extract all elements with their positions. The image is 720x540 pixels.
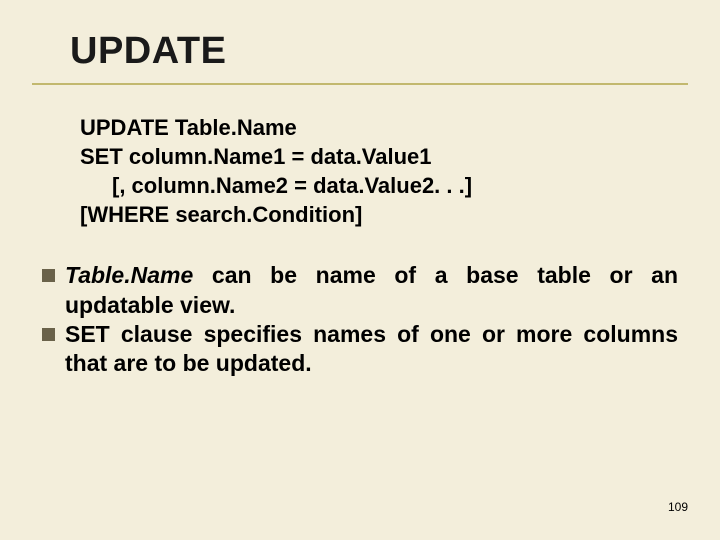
bullet-item: SET clause specifies names of one or mor… — [42, 320, 678, 379]
bullet-item: Table.Name can be name of a base table o… — [42, 261, 678, 320]
bullet-text-1: Table.Name can be name of a base table o… — [65, 261, 678, 320]
title-underline — [32, 83, 688, 85]
sql-syntax-block: UPDATE Table.Name SET column.Name1 = dat… — [80, 113, 668, 229]
square-bullet-icon — [42, 328, 55, 341]
slide: UPDATE UPDATE Table.Name SET column.Name… — [0, 0, 720, 540]
code-line-2: SET column.Name1 = data.Value1 — [80, 142, 668, 171]
bullet-text-2: SET clause specifies names of one or mor… — [65, 320, 678, 379]
code-line-3: [, column.Name2 = data.Value2. . .] — [112, 171, 668, 200]
page-number: 109 — [668, 500, 688, 514]
square-bullet-icon — [42, 269, 55, 282]
italic-text: Table.Name — [65, 262, 193, 288]
slide-title: UPDATE — [70, 30, 668, 73]
code-line-1: UPDATE Table.Name — [80, 113, 668, 142]
bullet-list: Table.Name can be name of a base table o… — [42, 261, 678, 379]
code-line-4: [WHERE search.Condition] — [80, 200, 668, 229]
